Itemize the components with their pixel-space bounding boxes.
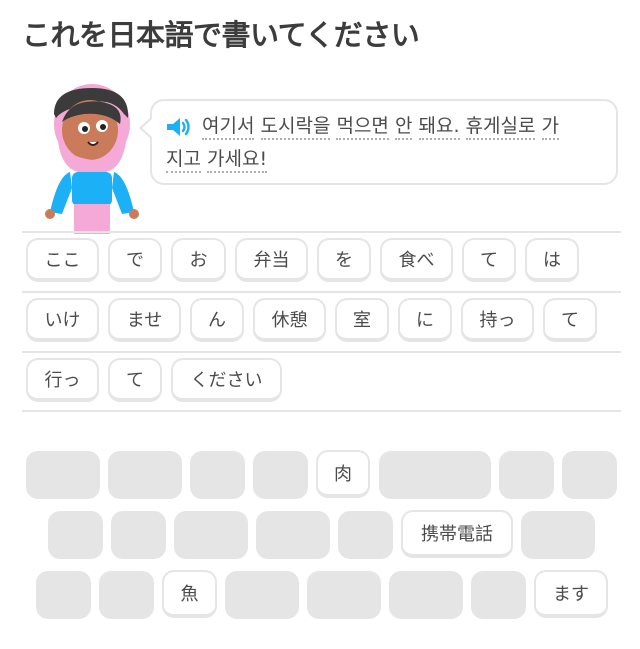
- prompt-word[interactable]: 안: [394, 115, 413, 140]
- page-title: これを日本語で書いてください: [22, 18, 420, 52]
- prompt-word[interactable]: 여기서: [202, 115, 255, 140]
- bank-slot-empty: [48, 511, 103, 559]
- answer-tile[interactable]: ここ: [26, 238, 99, 282]
- answer-tile[interactable]: 弁当: [235, 238, 308, 282]
- prompt-sentence: 여기서 도시락을 먹으면 안 돼요. 휴게실로 가 지고 가세요!: [166, 110, 602, 176]
- bank-slot-empty: [562, 451, 617, 499]
- answer-line: [22, 410, 621, 412]
- answer-tile[interactable]: ませ: [108, 298, 181, 342]
- prompt-word[interactable]: 휴게실로: [465, 115, 536, 140]
- prompt-word[interactable]: 가: [541, 115, 559, 140]
- answer-tile[interactable]: いけ: [26, 298, 99, 342]
- bank-tile[interactable]: 肉: [316, 450, 370, 498]
- bank-slot-empty: [499, 451, 554, 499]
- bank-slot-empty: [379, 451, 491, 499]
- bank-slot-empty: [26, 451, 100, 499]
- bank-slot-empty: [389, 571, 463, 619]
- answer-tile[interactable]: に: [398, 298, 452, 342]
- bank-tile[interactable]: 携帯電話: [401, 510, 513, 558]
- prompt-word[interactable]: 가세요!: [207, 148, 268, 173]
- answer-tile[interactable]: 行っ: [26, 358, 99, 402]
- prompt-word[interactable]: 지고: [166, 148, 201, 173]
- prompt-word[interactable]: 도시락을: [260, 115, 331, 140]
- bank-slot-empty: [108, 451, 182, 499]
- answer-tile[interactable]: 休憩: [253, 298, 326, 342]
- answer-line: [22, 231, 621, 233]
- answer-line: [22, 291, 621, 293]
- answer-tile[interactable]: ん: [190, 298, 244, 342]
- answer-tile[interactable]: を: [317, 238, 371, 282]
- answer-tile[interactable]: て: [543, 298, 597, 342]
- bank-slot-empty: [225, 571, 299, 619]
- character-illustration: [45, 84, 139, 234]
- speaker-icon[interactable]: [165, 116, 193, 138]
- bank-slot-empty: [111, 511, 166, 559]
- bank-slot-empty: [256, 511, 330, 559]
- prompt-word[interactable]: 먹으면: [336, 115, 389, 140]
- bank-slot-empty: [190, 451, 245, 499]
- answer-tile[interactable]: お: [171, 238, 226, 282]
- answer-tile[interactable]: 室: [335, 298, 389, 342]
- bank-slot-empty: [521, 511, 595, 559]
- prompt-line-2: 지고 가세요!: [166, 143, 602, 176]
- answer-tile[interactable]: て: [462, 238, 516, 282]
- bank-tile[interactable]: 魚: [162, 570, 217, 618]
- bank-slot-empty: [338, 511, 393, 559]
- bank-slot-empty: [253, 451, 308, 499]
- bank-slot-empty: [36, 571, 91, 619]
- bank-slot-empty: [307, 571, 381, 619]
- prompt-word[interactable]: 돼요.: [418, 115, 460, 140]
- answer-tile[interactable]: 持っ: [461, 298, 534, 342]
- answer-tile[interactable]: 食べ: [380, 238, 453, 282]
- bank-slot-empty: [471, 571, 526, 619]
- prompt-line-1: 여기서 도시락을 먹으면 안 돼요. 휴게실로 가: [202, 110, 602, 143]
- answer-tile[interactable]: で: [108, 238, 162, 282]
- answer-tile[interactable]: て: [108, 358, 162, 402]
- bank-slot-empty: [99, 571, 154, 619]
- answer-line: [22, 351, 621, 353]
- answer-tile[interactable]: は: [525, 238, 579, 282]
- bank-slot-empty: [174, 511, 248, 559]
- bank-tile[interactable]: ます: [534, 570, 608, 618]
- answer-tile[interactable]: ください: [171, 358, 282, 402]
